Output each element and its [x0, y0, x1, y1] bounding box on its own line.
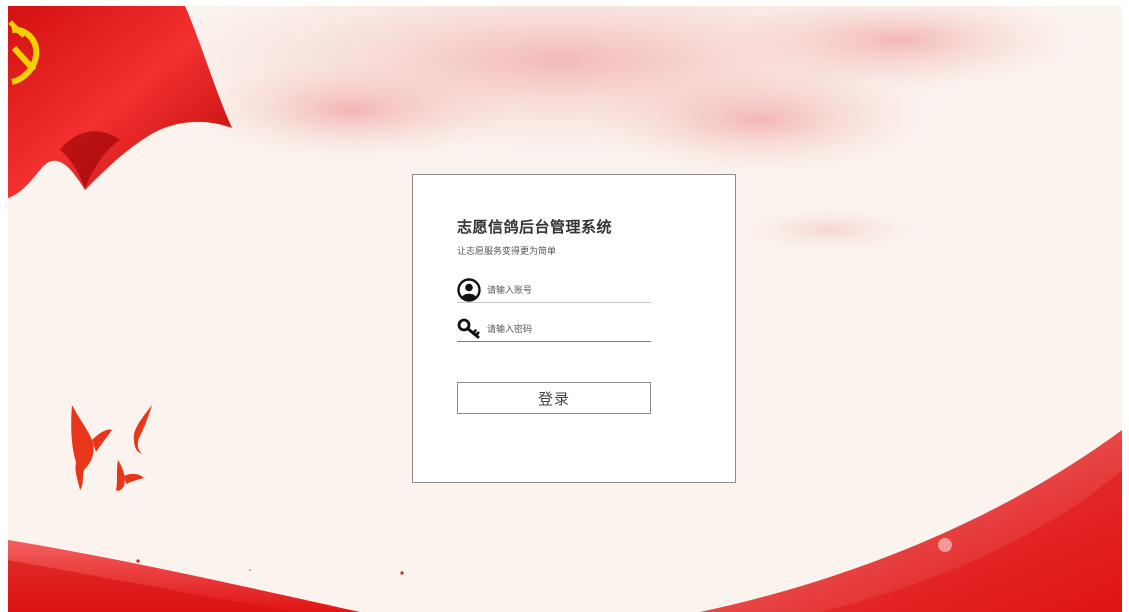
top-border — [0, 0, 1129, 6]
key-icon — [457, 318, 480, 339]
right-border — [1122, 0, 1129, 612]
left-border — [0, 0, 8, 612]
system-subtitle: 让志愿服务变得更为简单 — [457, 247, 557, 257]
username-input[interactable] — [487, 281, 647, 301]
decor-dot — [938, 538, 952, 552]
password-input[interactable] — [487, 320, 647, 340]
user-icon — [457, 278, 481, 302]
system-title: 志愿信鸽后台管理系统 — [457, 218, 613, 236]
password-field — [457, 315, 651, 342]
login-card: 志愿信鸽后台管理系统 让志愿服务变得更为简单 登录 — [412, 174, 736, 483]
login-button[interactable]: 登录 — [457, 382, 651, 414]
cloud-texture — [740, 208, 920, 252]
decor-dot — [400, 571, 404, 575]
username-field — [457, 276, 651, 303]
decor-dot — [136, 559, 140, 563]
decor-dot — [249, 569, 251, 571]
cloud-texture — [190, 60, 510, 160]
login-page: 志愿信鸽后台管理系统 让志愿服务变得更为简单 登录 — [0, 0, 1129, 612]
